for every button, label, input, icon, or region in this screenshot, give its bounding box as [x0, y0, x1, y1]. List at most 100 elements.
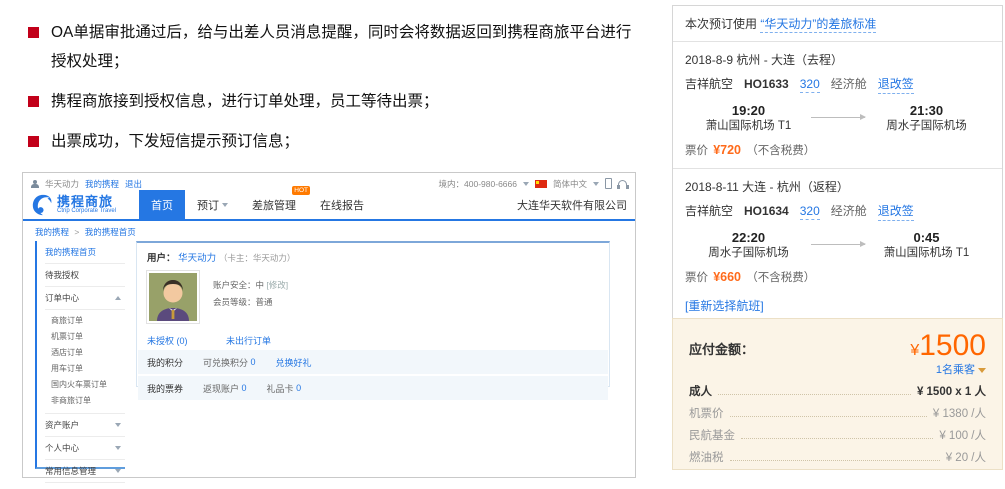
- chevron-down-icon: [115, 423, 121, 427]
- fee-row-fund: 民航基金 ¥ 100 /人: [689, 427, 986, 443]
- flight-card-return: 2018-8-11 大连 - 杭州（返程） 吉祥航空 HO1634 320 经济…: [673, 168, 1002, 295]
- brand-logo[interactable]: 携程商旅 Ctrip Corporate Travel: [31, 194, 135, 216]
- policy-link[interactable]: “华天动力”的差旅标准: [760, 17, 877, 33]
- logout-link[interactable]: 退出: [125, 178, 142, 190]
- points-label: 我的积分: [147, 357, 184, 368]
- sidebar-item-label: 我的携程首页: [45, 247, 97, 257]
- passenger-count-dropdown[interactable]: 1名乘客: [936, 364, 975, 376]
- price-label: 票价: [685, 145, 708, 157]
- cashback-value[interactable]: 0: [242, 383, 247, 393]
- card-holder: （卡主：华天动力）: [218, 253, 296, 263]
- sidebar-item-label: 资产账户: [45, 420, 80, 430]
- chevron-down-icon: [115, 446, 121, 450]
- nav-tab-travel-mgmt[interactable]: 差旅管理 HOT: [240, 186, 310, 219]
- header-accent-line: [23, 219, 635, 221]
- refund-policy-link[interactable]: 退改签: [877, 75, 914, 94]
- fee-row-ticket: 机票价 ¥ 1380 /人: [689, 405, 986, 421]
- reselect-flight-link[interactable]: [重新选择航班]: [685, 299, 764, 313]
- tickets-row: 我的票券 返现账户 0 礼品卡 0: [138, 376, 608, 400]
- utility-bar: 华天动力 我的携程 退出 境内：400-980-6666 简体中文: [31, 176, 627, 191]
- cashback-label: 返现账户: [203, 383, 240, 394]
- headset-icon[interactable]: [617, 180, 627, 189]
- route-arrow-icon: [810, 241, 866, 247]
- giftcard-label: 礼品卡: [266, 383, 294, 394]
- bullet-icon: [28, 96, 39, 107]
- my-ctrip-link[interactable]: 我的携程: [85, 178, 119, 190]
- fee-label: 民航基金: [689, 430, 735, 442]
- company-name: 大连华天软件有限公司: [517, 199, 627, 212]
- sidebar-item-label: 待我授权: [45, 270, 80, 280]
- sidebar-item-train-orders[interactable]: 国内火车票订单: [45, 376, 125, 392]
- nav-tab-booking[interactable]: 预订: [185, 190, 240, 219]
- points-value[interactable]: 0: [251, 357, 256, 367]
- dotted-leader: [741, 438, 934, 439]
- sidebar-item-pending-auth[interactable]: 待我授权: [45, 264, 125, 287]
- flight-card-outbound: 2018-8-9 杭州 - 大连（去程） 吉祥航空 HO1633 320 经济舱…: [673, 42, 1002, 168]
- fee-value: ¥ 100 /人: [939, 430, 986, 442]
- chevron-down-icon[interactable]: [978, 368, 986, 373]
- aircraft-type-link[interactable]: 320: [799, 77, 820, 93]
- flight-price: ¥660: [713, 270, 742, 284]
- china-flag-icon: [534, 179, 547, 188]
- sidebar-order-sublist: 商旅订单 机票订单 酒店订单 用车订单 国内火车票订单 非商旅订单: [45, 310, 125, 414]
- aircraft-type-link[interactable]: 320: [799, 204, 820, 220]
- price-note: （不含税费）: [746, 145, 816, 157]
- sidebar-item-noncorp-orders[interactable]: 非商旅订单: [45, 392, 125, 408]
- dotted-leader: [729, 460, 940, 461]
- sidebar-item-flight-orders[interactable]: 机票订单: [45, 328, 125, 344]
- flight-number: HO1633: [744, 77, 789, 91]
- page: OA单据审批通过后，给与出差人员消息提醒，同时会将数据返回到携程商旅平台进行授权…: [0, 0, 1005, 489]
- sidebar-item-asset-account[interactable]: 资产账户: [45, 414, 125, 437]
- sidebar-item-label: 订单中心: [45, 293, 80, 303]
- arrival-airport: 周水子国际机场: [886, 120, 967, 132]
- airline-name: 吉祥航空: [685, 204, 734, 218]
- bullet-item: OA单据审批通过后，给与出差人员消息提醒，同时会将数据返回到携程商旅平台进行授权…: [28, 18, 636, 76]
- no-trip-orders-link[interactable]: 未出行订单: [226, 336, 271, 346]
- bullet-icon: [28, 136, 39, 147]
- hotline-number: 境内：400-980-6666: [438, 178, 517, 189]
- sidebar-item-label: 个人中心: [45, 443, 80, 453]
- sidebar-item-label: 常用信息管理: [45, 466, 97, 476]
- arrival-time: 0:45: [913, 230, 940, 245]
- sidebar-item-common-info[interactable]: 常用信息管理: [45, 460, 125, 483]
- giftcard-value[interactable]: 0: [296, 383, 301, 393]
- fee-value: ¥ 20 /人: [945, 452, 986, 464]
- unauthorized-link[interactable]: 未授权 (0): [147, 336, 188, 346]
- fee-row-adult: 成人 ¥ 1500 x 1 人: [689, 383, 986, 399]
- policy-prefix: 本次预订使用: [685, 17, 758, 31]
- departure-airport: 周水子国际机场: [708, 247, 789, 259]
- sidebar-item-order-center[interactable]: 订单中心: [45, 287, 125, 310]
- language-selector[interactable]: 简体中文: [553, 178, 587, 190]
- airline-name: 吉祥航空: [685, 77, 734, 91]
- chevron-down-icon[interactable]: [593, 181, 599, 186]
- dotted-leader: [718, 394, 911, 395]
- sidebar-item-home[interactable]: 我的携程首页: [45, 241, 125, 264]
- sidebar-item-app-center[interactable]: 应用中心: [45, 483, 125, 489]
- nav-tab-home[interactable]: 首页: [139, 190, 185, 219]
- tickets-label: 我的票券: [147, 383, 184, 394]
- chevron-down-icon[interactable]: [522, 181, 529, 186]
- breadcrumb-separator: >: [74, 227, 80, 237]
- nav-tab-travel-mgmt-label: 差旅管理: [252, 199, 296, 212]
- sidebar-item-personal-center[interactable]: 个人中心: [45, 437, 125, 460]
- departure-time: 22:20: [731, 230, 766, 245]
- nav-tab-booking-label: 预订: [197, 199, 219, 212]
- fee-label: 机票价: [689, 408, 724, 420]
- mobile-app-icon[interactable]: [605, 178, 612, 189]
- breadcrumb-parent[interactable]: 我的携程: [35, 227, 69, 237]
- nav-tab-online-report[interactable]: 在线报告: [308, 190, 376, 219]
- sidebar-item-corp-orders[interactable]: 商旅订单: [45, 312, 125, 328]
- sidebar-item-car-orders[interactable]: 用车订单: [45, 360, 125, 376]
- price-label: 票价: [685, 272, 708, 284]
- bullet-item: 出票成功，下发短信提示预订信息；: [28, 127, 636, 156]
- sidebar-item-hotel-orders[interactable]: 酒店订单: [45, 344, 125, 360]
- chevron-down-icon: [222, 202, 228, 207]
- exchange-gift-link[interactable]: 兑换好礼: [276, 356, 312, 369]
- user-name-link[interactable]: 华天动力: [178, 253, 216, 264]
- bullet-text: 出票成功，下发短信提示预订信息；: [51, 133, 300, 150]
- refund-policy-link[interactable]: 退改签: [877, 202, 914, 221]
- modify-link[interactable]: [修改]: [266, 280, 288, 290]
- fee-value: ¥ 1500 x 1 人: [916, 386, 986, 398]
- brand-name: 携程商旅: [57, 193, 114, 209]
- policy-bar: 本次预订使用 “华天动力”的差旅标准: [673, 6, 1002, 42]
